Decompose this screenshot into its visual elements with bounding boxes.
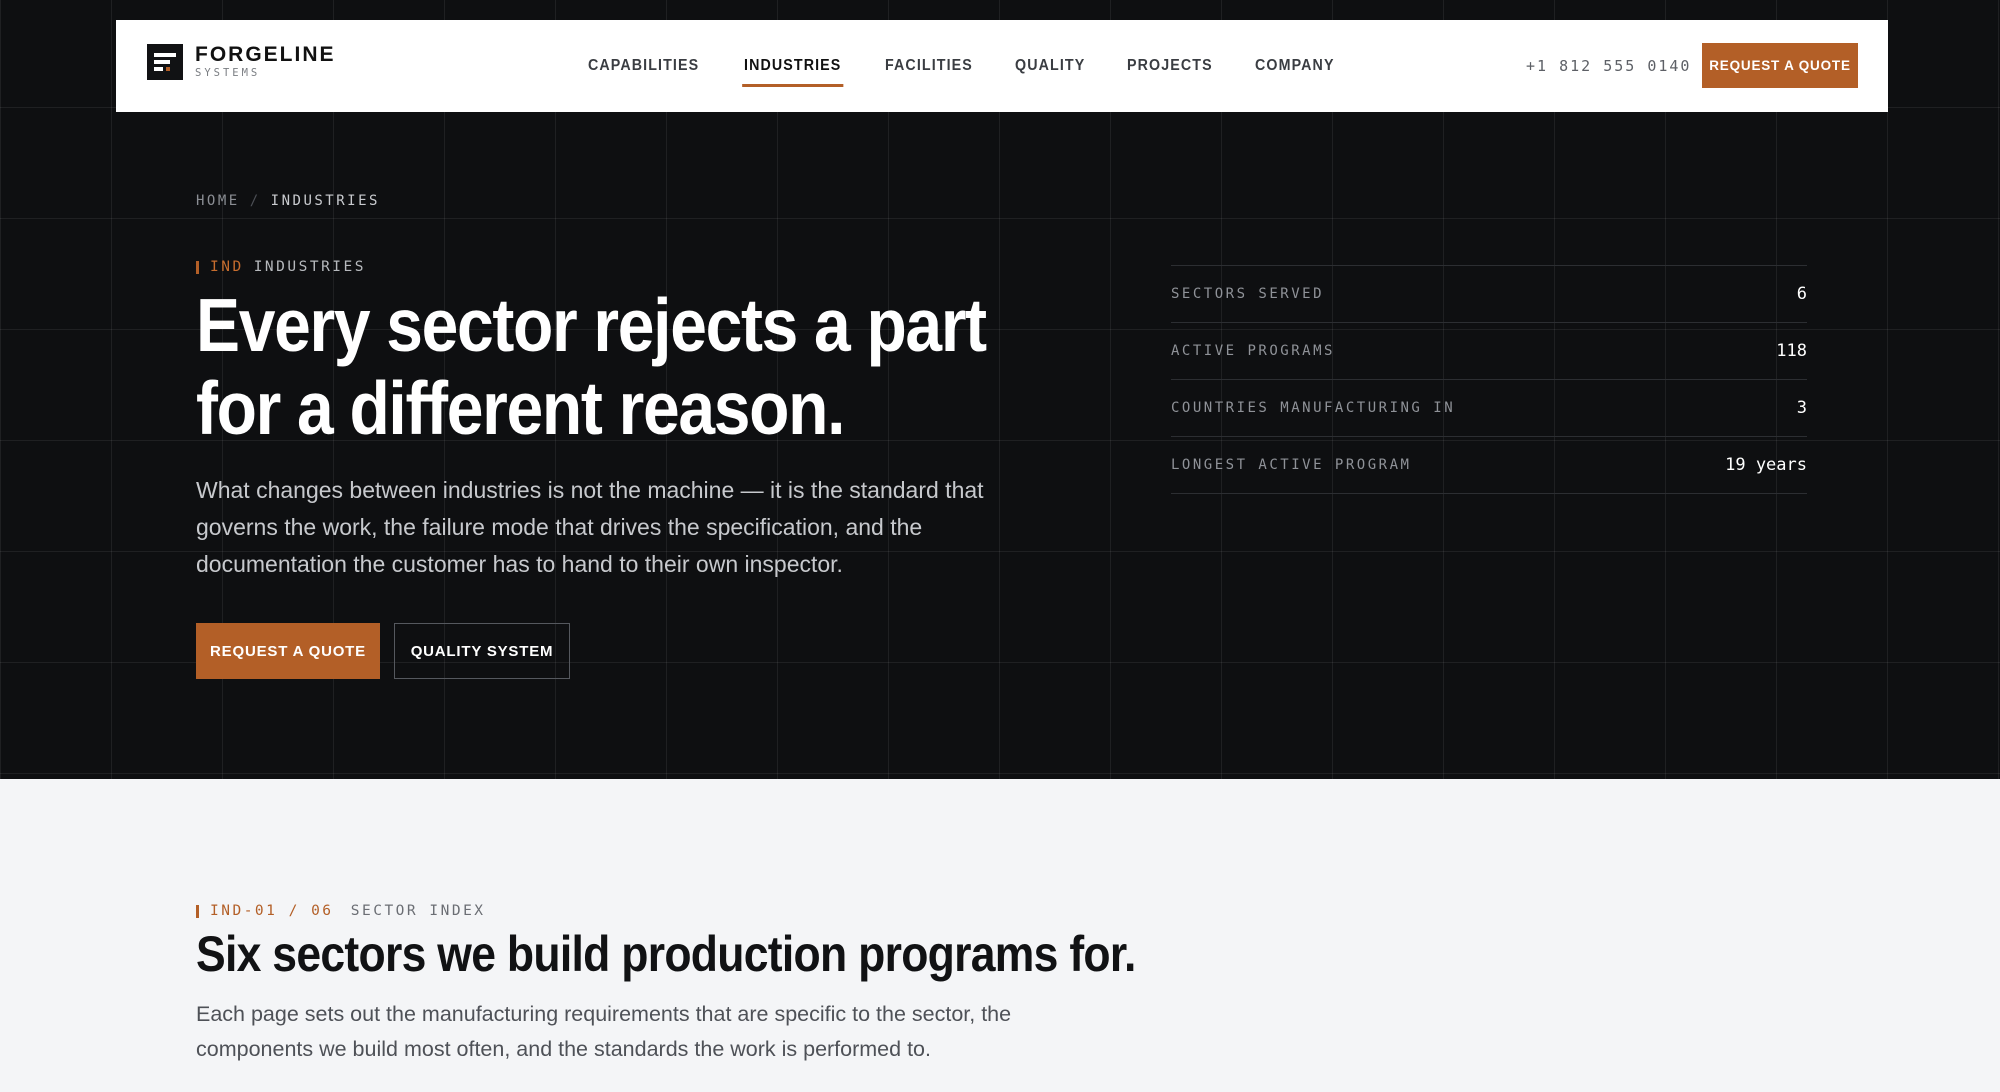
stat-label: ACTIVE PROGRAMS [1171,343,1335,359]
stat-label: LONGEST ACTIVE PROGRAM [1171,457,1412,473]
section-description: Each page sets out the manufacturing req… [196,1002,1012,1061]
nav-request-quote-button[interactable]: REQUEST A QUOTE [1702,43,1858,88]
section-eyebrow: IND-01 / 06 SECTOR INDEX [196,903,486,919]
stat-row: SECTORS SERVED 6 [1171,266,1807,323]
breadcrumb: HOME / INDUSTRIES [196,193,380,209]
logo-name: FORGELINE [195,43,336,66]
top-navbar: FORGELINE SYSTEMS CAPABILITIES INDUSTRIE… [116,20,1888,112]
section-eyebrow-code: IND-01 / 06 [210,903,334,919]
nav-link-company[interactable]: COMPANY [1255,20,1335,112]
stat-value: 3 [1796,398,1807,418]
stat-value: 19 years [1725,455,1807,475]
breadcrumb-current: INDUSTRIES [270,193,380,209]
hero-eyebrow: IND INDUSTRIES [196,259,366,275]
section-eyebrow-label: SECTOR INDEX [350,903,486,919]
stats-table: SECTORS SERVED 6 ACTIVE PROGRAMS 118 COU… [1171,265,1807,494]
nav-link-capabilities[interactable]: CAPABILITIES [588,20,699,112]
logo-mark-icon [147,44,183,80]
stat-value: 6 [1796,284,1807,304]
stat-label: SECTORS SERVED [1171,286,1325,302]
nav-link-projects[interactable]: PROJECTS [1127,20,1213,112]
stat-label: COUNTRIES MANUFACTURING IN [1171,400,1456,416]
stat-value: 118 [1776,341,1807,361]
breadcrumb-home[interactable]: HOME [196,193,240,209]
stat-row: LONGEST ACTIVE PROGRAM 19 years [1171,437,1807,494]
nav-link-facilities[interactable]: FACILITIES [885,20,973,112]
stat-row: ACTIVE PROGRAMS 118 [1171,323,1807,380]
nav-link-industries[interactable]: INDUSTRIES [742,20,844,112]
nav-link-quality[interactable]: QUALITY [1015,20,1085,112]
hero-eyebrow-code: IND [210,259,244,275]
section-title: Six sectors we build production programs… [196,926,1136,982]
stat-row: COUNTRIES MANUFACTURING IN 3 [1171,380,1807,437]
request-quote-button[interactable]: REQUEST A QUOTE [196,623,380,679]
hero-eyebrow-label: INDUSTRIES [253,259,367,275]
page-title-line-1: Every sector rejects a part [196,283,987,367]
nav-links: CAPABILITIES INDUSTRIES FACILITIES QUALI… [588,20,1376,112]
logo-subtitle: SYSTEMS [195,67,261,79]
hero-section: FORGELINE SYSTEMS CAPABILITIES INDUSTRIE… [0,0,2000,779]
nav-phone-number[interactable]: +1 812 555 0140 [1526,20,1691,112]
page-title: Every sector rejects a part for a differ… [196,284,988,450]
quality-system-button[interactable]: QUALITY SYSTEM [394,623,570,679]
hero-description: What changes between industries is not t… [196,477,984,577]
page-title-line-2: for a different reason. [196,366,845,450]
breadcrumb-separator: / [249,193,261,209]
logo[interactable]: FORGELINE SYSTEMS [147,44,336,80]
